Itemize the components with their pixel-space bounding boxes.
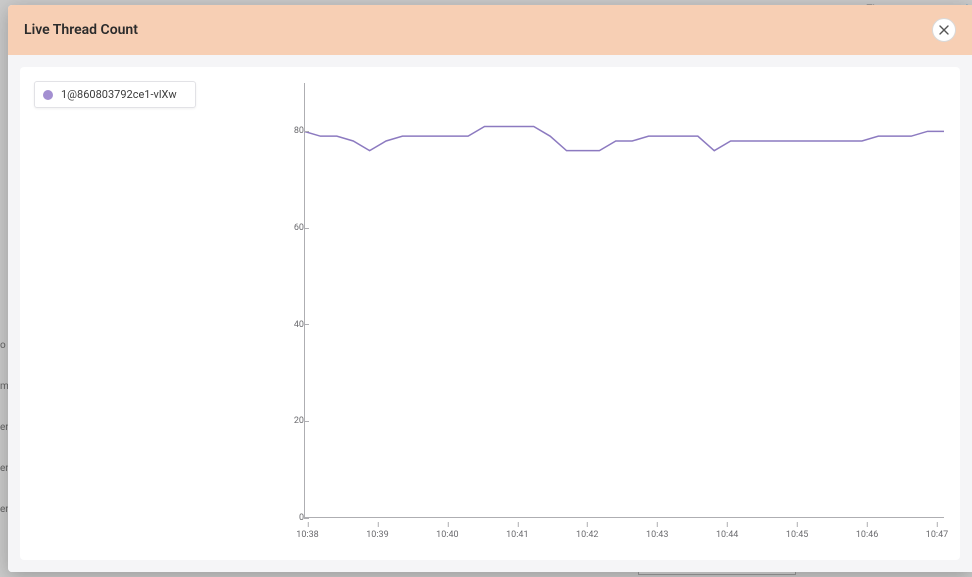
legend[interactable]: 1@860803792ce1-vlXw — [34, 81, 196, 108]
y-tick-label: 80 — [284, 126, 304, 136]
x-tick-label: 10:47 — [926, 530, 948, 540]
close-button[interactable] — [932, 18, 956, 42]
x-tick-label: 10:45 — [786, 530, 808, 540]
series-line — [304, 127, 944, 151]
live-thread-count-modal: Live Thread Count 1@860803792ce1-vlXw 0 2… — [8, 5, 972, 572]
x-tick-label: 10:40 — [436, 530, 458, 540]
chart-card: 1@860803792ce1-vlXw 0 20 40 60 80 10:38 10:39 1… — [20, 67, 960, 560]
legend-color-swatch — [43, 90, 53, 100]
plot-area: 0 20 40 60 80 10:38 10:39 10:40 10:41 10:42 10:43 1… — [284, 83, 944, 540]
x-tick-label: 10:39 — [366, 530, 388, 540]
y-tick-label: 40 — [284, 320, 304, 330]
x-tick-label: 10:44 — [716, 530, 738, 540]
x-tick-label: 10:42 — [576, 530, 598, 540]
x-tick-label: 10:43 — [646, 530, 668, 540]
modal-body: 1@860803792ce1-vlXw 0 20 40 60 80 10:38 10:39 1… — [8, 55, 972, 572]
y-tick-label: 20 — [284, 416, 304, 426]
y-tick-label: 60 — [284, 223, 304, 233]
close-icon — [939, 25, 949, 35]
x-tick-label: 10:46 — [856, 530, 878, 540]
legend-series-name: 1@860803792ce1-vlXw — [61, 88, 177, 101]
modal-header: Live Thread Count — [8, 5, 972, 55]
x-tick-label: 10:38 — [296, 530, 318, 540]
y-tick-label: 0 — [284, 513, 304, 523]
x-tick-label: 10:41 — [506, 530, 528, 540]
line-plot — [304, 83, 944, 518]
modal-title: Live Thread Count — [24, 22, 138, 38]
